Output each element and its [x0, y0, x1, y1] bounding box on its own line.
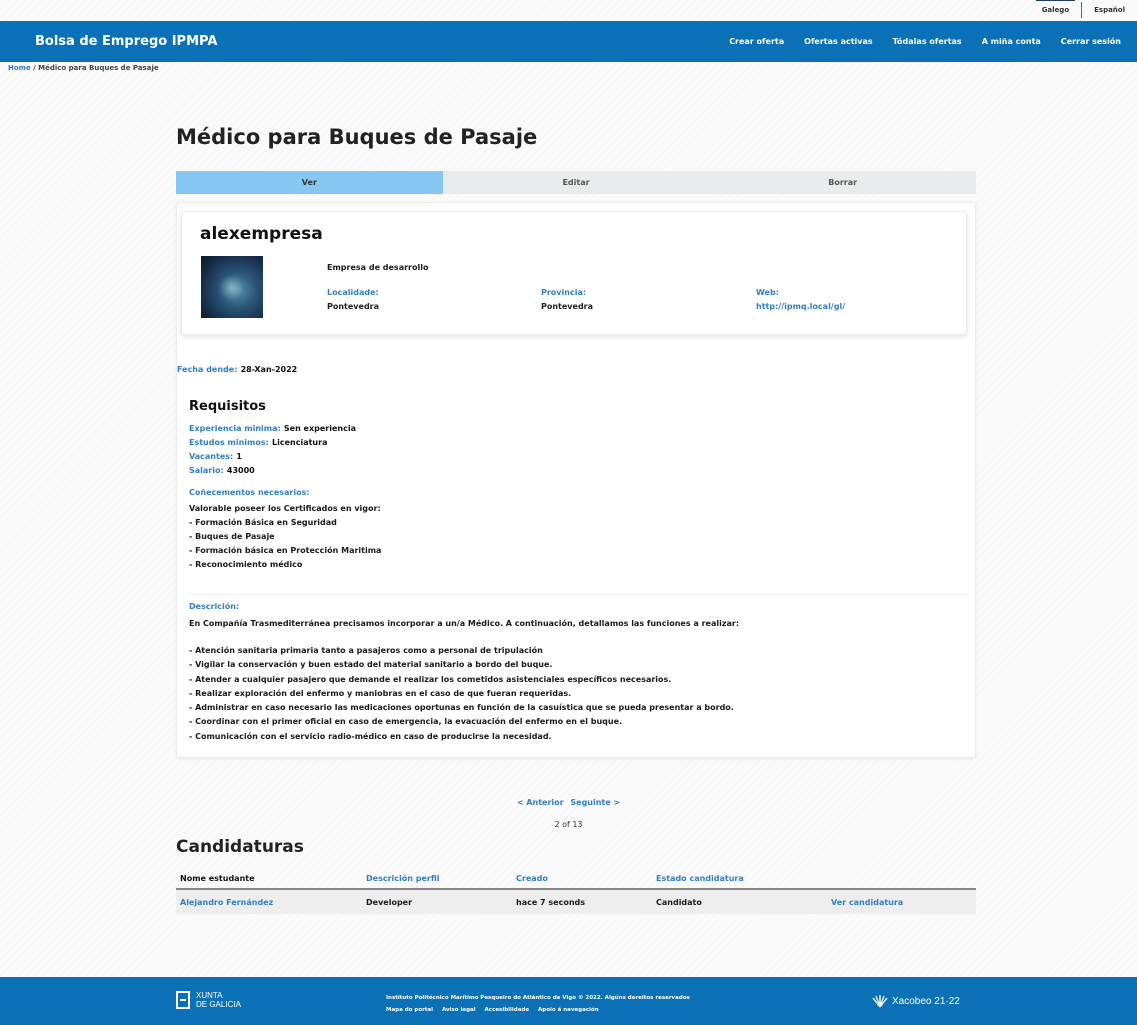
web-link[interactable]: http://ipmq.local/gl/	[756, 302, 845, 311]
conhecementos-line: - Buques de Pasaje	[189, 532, 275, 541]
pager: < Anterior Seguinte >	[0, 798, 1137, 807]
conhecementos-line: - Formación básica en Protección Maritim…	[189, 546, 382, 555]
pager-next-link[interactable]: Seguinte >	[570, 798, 620, 807]
estudos-value: Licenciatura	[272, 438, 328, 447]
tab-borrar[interactable]: Borrar	[709, 171, 976, 194]
top-navbar: Bolsa de Emprego IPMPA Crear oferta Ofer…	[0, 21, 1137, 62]
lang-galego[interactable]: Galego	[1030, 0, 1081, 14]
localidade-value: Pontevedra	[327, 302, 380, 311]
tab-editar[interactable]: Editar	[443, 171, 710, 194]
view-tabs: Ver Editar Borrar	[176, 171, 976, 194]
footer-link-apoio[interactable]: Apoio á navegación	[538, 1007, 599, 1013]
descricion-line: - Comunicación con el servicio radio-méd…	[189, 731, 552, 741]
page-title: Médico para Buques de Pasaje	[176, 125, 538, 149]
profile-cell: Developer	[366, 897, 413, 907]
pager-prev-link[interactable]: < Anterior	[517, 798, 564, 807]
offer-card: alexempresa Empresa de desarrollo Locali…	[176, 202, 976, 758]
nav-links: Crear oferta Ofertas activas Tódalas ofe…	[719, 37, 1131, 46]
status-cell: Candidato	[656, 897, 702, 907]
fecha-label: Fecha dende:	[177, 365, 238, 374]
company-logo-image	[201, 256, 263, 318]
nav-mina-conta[interactable]: A miña conta	[972, 37, 1051, 46]
experiencia-value: Sen experiencia	[283, 424, 356, 433]
section-divider	[189, 594, 967, 595]
localidade-label: Localidade:	[327, 288, 379, 297]
header-descricion-perfil[interactable]: Descrición perfil	[366, 874, 516, 883]
xacobeo-shell-icon	[872, 995, 888, 1008]
table-header: Nome estudante Descrición perfil Creado …	[176, 868, 976, 890]
company-description: Empresa de desarrollo	[327, 263, 429, 272]
experiencia-label: Experiencia minima:	[189, 424, 281, 433]
table-row: Alejandro Fernández Developer hace 7 sec…	[176, 890, 976, 914]
language-bar: Galego Español	[1030, 0, 1137, 20]
descricion-label: Descrición:	[189, 602, 240, 611]
brand-link[interactable]: Bolsa de Emprego IPMPA	[35, 34, 719, 49]
footer-link-accesibilidade[interactable]: Accesibilidade	[485, 1007, 530, 1013]
footer-info: Instituto Politécnico Marítimo Pesqueiro…	[386, 992, 690, 1016]
candidaturas-table: Nome estudante Descrición perfil Creado …	[176, 868, 976, 914]
candidaturas-heading: Candidaturas	[176, 837, 304, 857]
descricion-line: - Realizar exploración del enfermo y man…	[189, 688, 572, 698]
requisitos-heading: Requisitos	[189, 399, 266, 414]
xunta-text: XUNTA DE GALICIA	[196, 991, 241, 1009]
estudos-label: Estudos minimos:	[189, 438, 269, 447]
company-name: alexempresa	[200, 224, 323, 244]
vacantes-label: Vacantes:	[189, 452, 234, 461]
descricion-list: - Atención sanitaria primaria tanto a pa…	[189, 644, 734, 744]
student-name-link[interactable]: Alejandro Fernández	[176, 898, 366, 907]
descricion-line: - Vigilar la conservación y buen estado …	[189, 660, 553, 670]
footer-link-aviso-legal[interactable]: Aviso legal	[442, 1007, 476, 1013]
vacantes-value: 1	[236, 452, 242, 461]
pager-count: 2 of 13	[554, 820, 583, 829]
footer-links: Mapa do portal Aviso legal Accesibilidad…	[386, 1004, 690, 1016]
company-card: alexempresa Empresa de desarrollo Locali…	[181, 211, 967, 335]
breadcrumb-separator: /	[33, 64, 36, 72]
header-nome-estudante: Nome estudante	[180, 873, 255, 883]
nav-crear-oferta[interactable]: Crear oferta	[719, 37, 794, 46]
conhecementos-line: - Formación Básica en Seguridad	[189, 518, 337, 527]
xacobeo-logo[interactable]: Xacobeo 21·22	[872, 994, 960, 1008]
fecha-dende: Fecha dende: 28-Xan-2022	[177, 364, 297, 375]
salario-value: 43000	[226, 466, 255, 475]
header-estado-candidatura[interactable]: Estado candidatura	[656, 874, 831, 883]
footer-link-mapa[interactable]: Mapa do portal	[386, 1007, 433, 1013]
descricion-line: - Atención sanitaria primaria tanto a pa…	[189, 646, 543, 655]
nav-cerrar-sesion[interactable]: Cerrar sesión	[1051, 37, 1131, 46]
header-creado[interactable]: Creado	[516, 874, 656, 883]
provincia-label: Provincia:	[541, 288, 587, 297]
breadcrumb-home[interactable]: Home	[8, 64, 31, 72]
created-cell: hace 7 seconds	[516, 897, 586, 907]
fecha-value: 28-Xan-2022	[240, 365, 298, 374]
ver-candidatura-link[interactable]: Ver candidatura	[831, 898, 976, 907]
footer-copyright: Instituto Politécnico Marítimo Pesqueiro…	[386, 995, 690, 1001]
descricion-line: - Atender a cualquier pasajero que deman…	[189, 674, 672, 684]
tab-ver[interactable]: Ver	[176, 171, 443, 194]
descricion-intro: En Compañía Trasmediterránea precisamos …	[189, 619, 740, 628]
descricion-line: - Administrar en caso necesario las medi…	[189, 703, 734, 713]
xunta-line1: XUNTA	[196, 991, 223, 1000]
web-label: Web:	[756, 288, 779, 297]
descricion-line: - Coordinar con el primer oficial en cas…	[189, 717, 623, 727]
conhecementos-label: Coñecementos necesarios:	[189, 488, 310, 497]
xunta-emblem-icon	[176, 991, 190, 1009]
conhecementos-line: - Reconocimiento médico	[189, 560, 303, 569]
requisitos-list: Experiencia minima: Sen experiencia Estu…	[189, 422, 356, 478]
xacobeo-text: Xacobeo 21·22	[892, 995, 960, 1007]
xunta-line2: DE GALICIA	[196, 1000, 241, 1009]
nav-todalas-ofertas[interactable]: Tódalas ofertas	[883, 37, 972, 46]
nav-ofertas-activas[interactable]: Ofertas activas	[794, 37, 883, 46]
xunta-logo[interactable]: XUNTA DE GALICIA	[176, 991, 241, 1009]
breadcrumb: Home / Médico para Buques de Pasaje	[8, 64, 159, 72]
provincia-value: Pontevedra	[541, 302, 594, 311]
lang-espanol[interactable]: Español	[1082, 6, 1137, 14]
footer: XUNTA DE GALICIA Instituto Politécnico M…	[0, 977, 1137, 1025]
salario-label: Salario:	[189, 466, 224, 475]
breadcrumb-current: Médico para Buques de Pasaje	[38, 64, 159, 72]
conhecementos-line: Valorable poseer los Certificados en vig…	[189, 504, 381, 513]
conhecementos-list: Valorable poseer los Certificados en vig…	[189, 502, 381, 572]
